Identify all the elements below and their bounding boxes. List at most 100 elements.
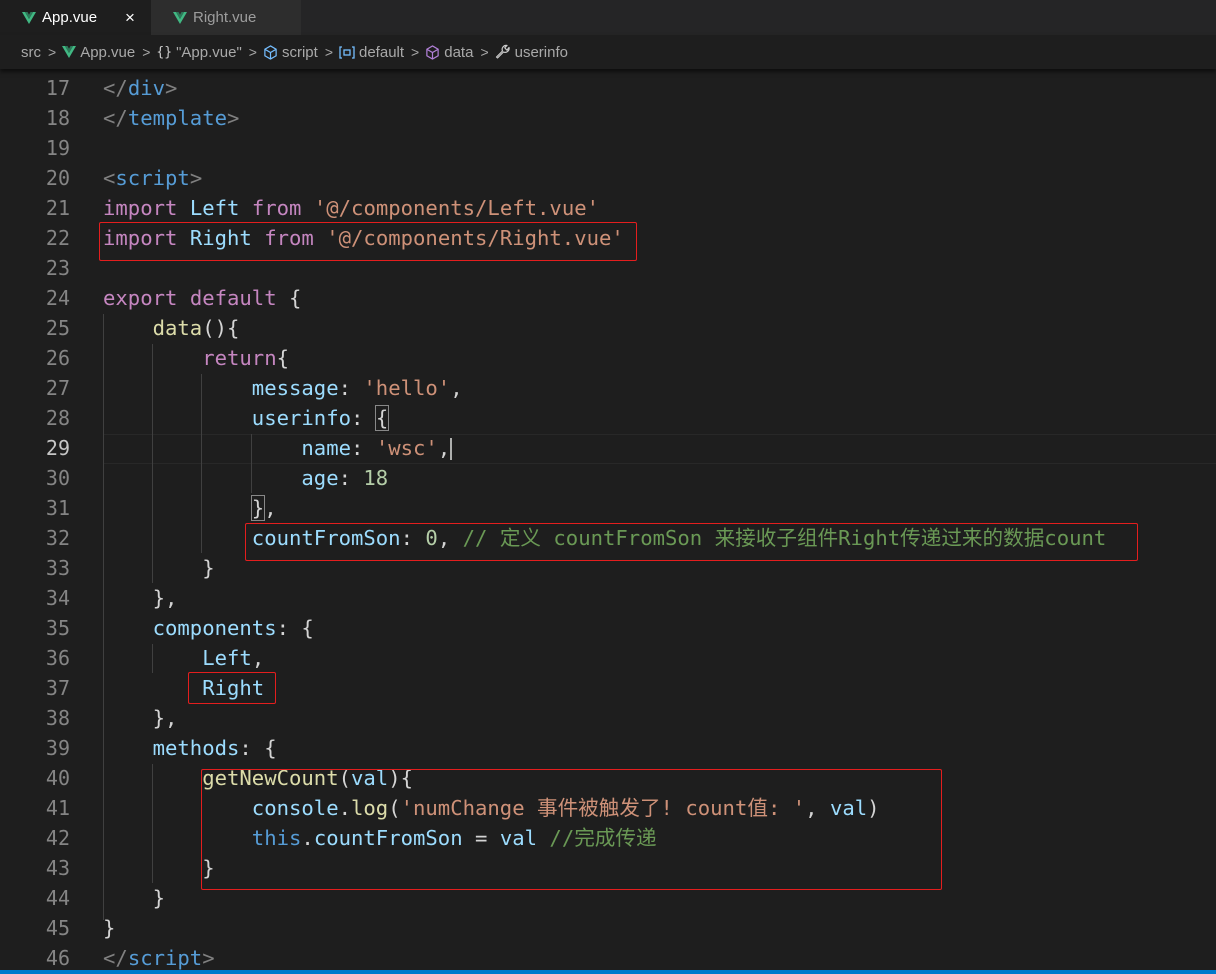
line-number: 38 xyxy=(45,706,70,730)
code-line[interactable]: name: 'wsc', xyxy=(103,433,453,463)
code-token: { xyxy=(374,405,390,431)
code-token: , xyxy=(165,586,178,610)
code-token: { xyxy=(301,616,314,640)
vue-icon xyxy=(173,11,187,24)
code-token: } xyxy=(250,495,266,521)
breadcrumb-item-script[interactable]: script xyxy=(263,44,318,61)
chevron-right-icon: > xyxy=(48,44,57,60)
line-number: 28 xyxy=(45,406,70,430)
close-icon[interactable]: × xyxy=(125,0,135,35)
code-token: > xyxy=(227,106,240,130)
breadcrumb-label: data xyxy=(444,43,474,61)
code-line[interactable]: Left, xyxy=(103,643,264,673)
breadcrumb-item-default[interactable]: default xyxy=(339,44,404,61)
breadcrumb-label: src xyxy=(21,43,41,61)
code-line[interactable]: </template> xyxy=(103,103,239,133)
line-number: 29 xyxy=(45,436,70,460)
code-token: </ xyxy=(103,106,128,130)
code-line[interactable]: </script> xyxy=(103,943,215,973)
code-line[interactable]: age: 18 xyxy=(103,463,388,493)
code-editor[interactable]: 17 </div> 18 </template> 19 20 <script> 21 impor… xyxy=(0,69,1216,974)
line-number: 46 xyxy=(45,946,70,970)
code-token: : xyxy=(351,436,376,460)
status-bar-edge xyxy=(0,970,1216,974)
tab-label: Right.vue xyxy=(193,9,257,26)
line-number: 45 xyxy=(45,916,70,940)
code-line[interactable]: } xyxy=(103,553,215,583)
code-line[interactable]: components: { xyxy=(103,613,314,643)
line-number: 43 xyxy=(45,856,70,880)
code-token: : xyxy=(276,616,302,640)
code-token: script xyxy=(115,166,190,190)
breadcrumb-label: App.vue xyxy=(80,43,136,61)
breadcrumb-label: userinfo xyxy=(514,43,568,61)
code-line[interactable]: import Left from '@/components/Left.vue' xyxy=(103,193,599,223)
braces-icon: {} xyxy=(156,44,173,60)
breadcrumb-item-data[interactable]: data xyxy=(425,44,473,61)
highlight-box-import-right xyxy=(99,222,637,261)
breadcrumb-label: default xyxy=(359,43,405,61)
chevron-right-icon: > xyxy=(248,44,257,60)
code-token: components xyxy=(152,616,277,640)
tab-app-vue[interactable]: App.vue × xyxy=(0,0,151,35)
code-token: : xyxy=(338,466,364,490)
line-number: 22 xyxy=(45,226,70,250)
code-token: } xyxy=(152,706,166,730)
code-token: > xyxy=(189,166,203,190)
code-token: } xyxy=(103,916,116,940)
code-line[interactable]: } xyxy=(103,883,165,913)
code-token: script xyxy=(127,946,203,970)
code-line[interactable]: methods: { xyxy=(103,733,277,763)
breadcrumb-item-app-vue[interactable]: App.vue xyxy=(62,44,135,61)
line-number: 35 xyxy=(45,616,70,640)
code-line[interactable]: export default { xyxy=(103,283,301,313)
code-line[interactable]: } xyxy=(103,913,115,943)
code-token: > xyxy=(165,76,178,100)
code-line[interactable]: data(){ xyxy=(103,313,240,343)
code-line[interactable]: userinfo: { xyxy=(103,403,390,433)
code-line[interactable]: </div> xyxy=(103,73,177,103)
code-token: , xyxy=(264,496,277,520)
text-cursor xyxy=(450,438,453,460)
code-token: < xyxy=(103,166,116,190)
tab-right-vue[interactable]: Right.vue xyxy=(151,0,301,35)
code-line[interactable]: message: 'hello', xyxy=(103,373,463,403)
line-number: 30 xyxy=(45,466,70,490)
code-line[interactable]: } xyxy=(103,853,214,883)
code-token: : xyxy=(351,406,376,430)
line-number: 25 xyxy=(45,316,70,340)
code-line[interactable]: return{ xyxy=(103,343,289,373)
vue-icon xyxy=(22,11,36,24)
breadcrumb-label: "App.vue" xyxy=(176,43,242,61)
line-number: 36 xyxy=(45,646,70,670)
breadcrumb-item-module[interactable]: {} "App.vue" xyxy=(156,44,241,61)
breadcrumb-item-userinfo[interactable]: userinfo xyxy=(495,44,568,61)
code-line[interactable]: }, xyxy=(103,703,178,733)
code-token: 'hello' xyxy=(363,376,451,400)
code-token: } xyxy=(202,556,215,580)
chevron-right-icon: > xyxy=(411,44,420,60)
code-token: { xyxy=(264,736,277,760)
code-token: from xyxy=(251,196,302,220)
code-line[interactable]: <script> xyxy=(103,163,202,193)
code-token: </ xyxy=(103,76,128,100)
code-line[interactable]: }, xyxy=(103,583,178,613)
line-number: 20 xyxy=(45,166,70,190)
line-number: 42 xyxy=(45,826,70,850)
breadcrumb: src > App.vue > {} "App.vue" > script > … xyxy=(0,35,1216,69)
breadcrumb-item-src[interactable]: src xyxy=(21,44,41,61)
code-token: message xyxy=(251,376,339,400)
code-line[interactable]: }, xyxy=(103,493,277,523)
